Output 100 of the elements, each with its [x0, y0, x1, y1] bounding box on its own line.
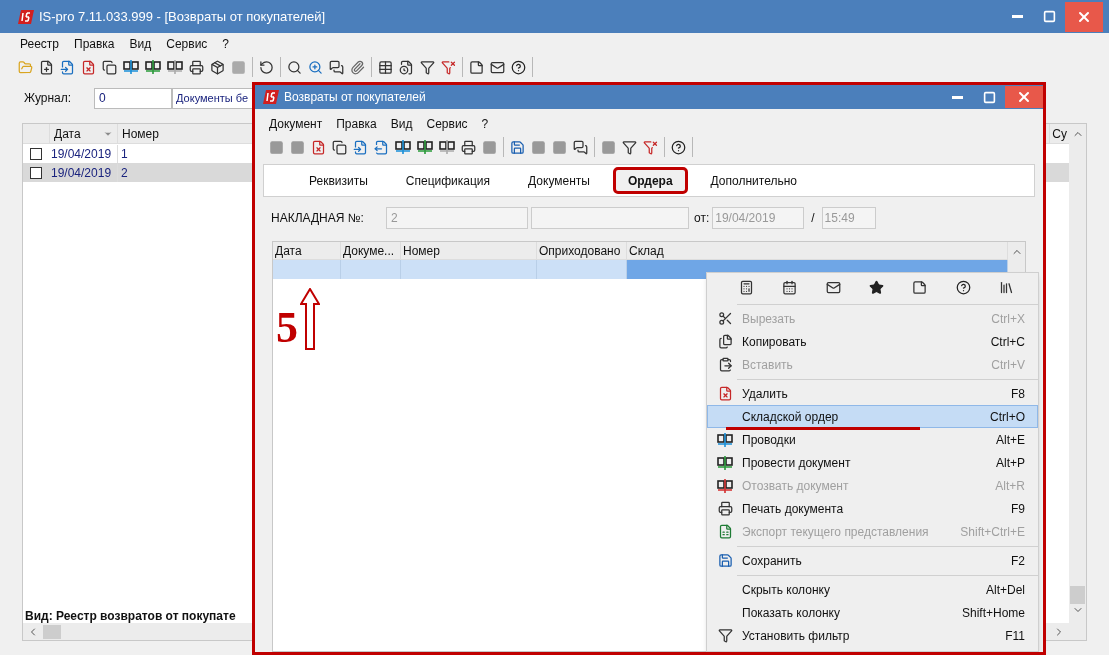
- printer-icon[interactable]: [461, 139, 476, 155]
- search-icon[interactable]: [287, 59, 302, 75]
- ledger-icon: [417, 139, 433, 155]
- column-header[interactable]: Дата: [273, 242, 341, 259]
- app-logo-icon: [263, 90, 279, 104]
- menu-item[interactable]: Проводки Alt+E: [707, 428, 1038, 451]
- document-arrow-icon[interactable]: [374, 139, 389, 155]
- delete-document-icon[interactable]: [311, 139, 326, 155]
- tab[interactable]: Ордера: [612, 167, 688, 194]
- scrollbar-thumb[interactable]: [43, 624, 61, 639]
- ledger-icon: [395, 139, 411, 155]
- copy-icon[interactable]: [717, 334, 733, 349]
- menu-item[interactable]: Складской ордер Ctrl+O: [707, 405, 1038, 428]
- package-icon[interactable]: [210, 59, 225, 75]
- help-icon[interactable]: [955, 279, 971, 295]
- menu-item[interactable]: Показать колонку Shift+Home: [707, 601, 1038, 624]
- maximize-icon: [982, 90, 996, 104]
- menu-item[interactable]: Вид: [390, 115, 413, 133]
- menu-item[interactable]: Установить фильтр F11: [707, 624, 1038, 647]
- printer-icon[interactable]: [189, 59, 204, 75]
- paperclip-icon[interactable]: [350, 59, 365, 75]
- filter-icon[interactable]: [717, 628, 733, 643]
- vertical-scrollbar[interactable]: [1069, 124, 1086, 640]
- filter-icon[interactable]: [420, 59, 435, 75]
- menu-item[interactable]: Провести документ Alt+P: [707, 451, 1038, 474]
- delete-document-icon[interactable]: [717, 386, 733, 401]
- close-icon: [1016, 89, 1032, 105]
- status-text: Вид: Реестр возвратов от покупате: [24, 608, 237, 623]
- help-icon[interactable]: [511, 59, 526, 75]
- menu-item[interactable]: Копировать Ctrl+C: [707, 330, 1038, 353]
- chat-icon[interactable]: [329, 59, 344, 75]
- printer-icon[interactable]: [717, 501, 733, 516]
- step-number: 5: [276, 306, 298, 350]
- clock-document-icon[interactable]: [399, 59, 414, 75]
- new-document-icon[interactable]: [39, 59, 54, 75]
- scrollbar-thumb[interactable]: [1070, 586, 1085, 604]
- filter-icon[interactable]: [622, 139, 637, 155]
- ledger-icon: [123, 59, 139, 75]
- save-icon[interactable]: [717, 553, 733, 568]
- menu-item[interactable]: Сохранить F2: [707, 549, 1038, 572]
- note-icon[interactable]: [912, 279, 928, 295]
- clear-filter-icon[interactable]: [643, 139, 658, 155]
- column-header[interactable]: Номер: [401, 242, 537, 259]
- menu-item[interactable]: Печать документа F9: [707, 497, 1038, 520]
- dialog-title: Возвраты от покупателей: [284, 89, 426, 106]
- menu-item[interactable]: Документ: [269, 115, 323, 133]
- journal-number-field[interactable]: 0: [94, 87, 172, 109]
- table-cell-text: 19/04/2019: [50, 164, 113, 182]
- note-icon[interactable]: [469, 59, 484, 75]
- ledger-icon: [717, 454, 733, 471]
- star-icon[interactable]: [869, 279, 884, 295]
- menu-item[interactable]: Скрыть колонку Alt+Del: [707, 578, 1038, 601]
- mail-icon[interactable]: [825, 279, 841, 295]
- delete-document-icon[interactable]: [81, 59, 96, 75]
- refresh-icon[interactable]: [259, 59, 274, 75]
- row-checkbox[interactable]: [30, 166, 42, 179]
- invoice-series-field[interactable]: [531, 207, 689, 229]
- mail-icon[interactable]: [490, 59, 505, 75]
- menu-item[interactable]: Правка: [74, 35, 115, 53]
- chat-icon[interactable]: [573, 139, 588, 155]
- column-header[interactable]: Докуме...: [341, 242, 401, 259]
- calculator-icon[interactable]: [739, 279, 755, 295]
- invoice-label: НАКЛАДНАЯ №:: [271, 210, 365, 227]
- help-icon[interactable]: [671, 139, 686, 155]
- column-header[interactable]: Оприходовано: [537, 242, 627, 259]
- window-title: IS-pro 7.11.033.999 - [Возвраты от покупателей]: [39, 7, 326, 26]
- copy-icon[interactable]: [332, 139, 347, 155]
- calendar-icon[interactable]: [782, 279, 798, 295]
- save-icon[interactable]: [510, 139, 525, 155]
- books-icon[interactable]: [998, 279, 1014, 295]
- menu-item[interactable]: Сервис: [166, 35, 208, 53]
- minimize-icon: [951, 95, 963, 99]
- document-arrow-icon[interactable]: [60, 59, 75, 75]
- menu-item[interactable]: Сервис: [426, 115, 468, 133]
- row-checkbox[interactable]: [30, 147, 42, 160]
- document-arrow-icon[interactable]: [353, 139, 368, 155]
- menu-item[interactable]: Правка: [336, 115, 377, 133]
- ledger-icon: [439, 139, 455, 155]
- ledger-icon: [717, 431, 733, 448]
- app-logo-icon: [18, 9, 34, 24]
- column-header[interactable]: Дата: [49, 124, 117, 143]
- table-cell-text: 19/04/2019: [50, 145, 113, 163]
- menu-item[interactable]: ?: [222, 35, 230, 53]
- journal-label: Журнал:: [24, 90, 73, 107]
- clear-filter-icon[interactable]: [441, 59, 456, 75]
- up-arrow-icon: [300, 288, 320, 350]
- menu-item[interactable]: Вид: [129, 35, 152, 53]
- copy-icon[interactable]: [102, 59, 117, 75]
- ledger-icon: [145, 59, 161, 75]
- ledger-icon: [167, 59, 183, 75]
- date-time-separator: /: [811, 210, 815, 227]
- menu-item[interactable]: Удалить F8: [707, 382, 1038, 405]
- close-button[interactable]: [1005, 86, 1043, 108]
- maximize-icon: [1042, 10, 1056, 23]
- menu-item[interactable]: Реестр: [20, 35, 59, 53]
- ledger-icon: [717, 477, 733, 494]
- table-icon[interactable]: [378, 59, 393, 75]
- close-button[interactable]: [1065, 1, 1103, 32]
- minimize-icon: [1011, 15, 1023, 18]
- menu-item[interactable]: ?: [481, 115, 489, 133]
